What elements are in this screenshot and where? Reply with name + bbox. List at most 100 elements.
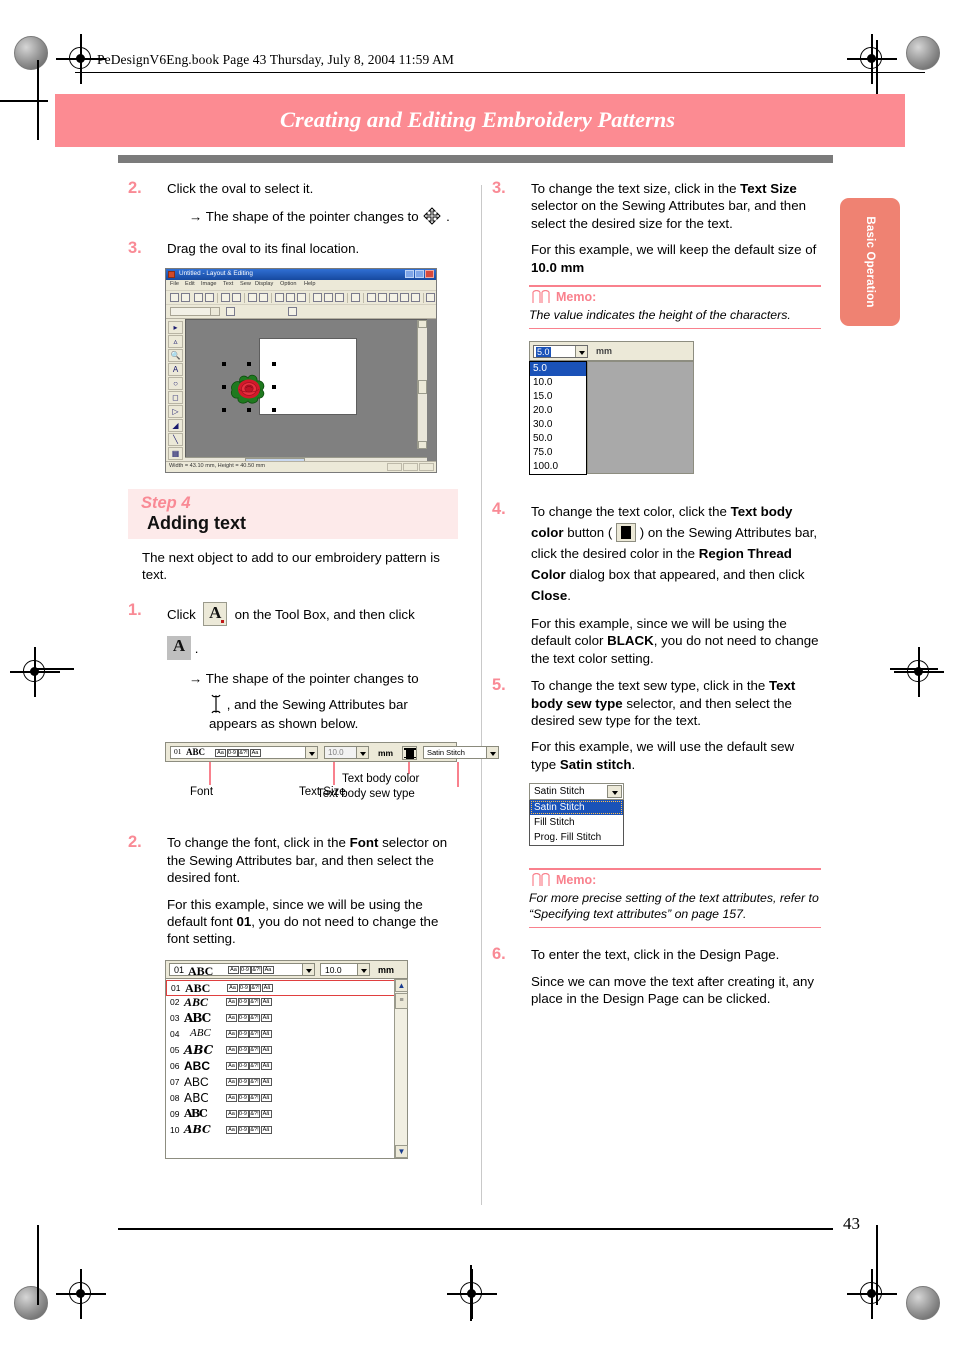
rotate-icon[interactable] bbox=[335, 293, 344, 303]
menu-item-file[interactable]: File bbox=[170, 281, 179, 287]
font-selector[interactable]: 01 ABC Aa 0-9 &?! Aa bbox=[170, 746, 318, 760]
align-right-icon[interactable] bbox=[389, 293, 398, 303]
menu-item-option[interactable]: Option bbox=[280, 281, 296, 287]
font-dropdown-topbar[interactable]: 01 ABC Aa 0-9 &?! Aa 10.0 mm bbox=[165, 959, 408, 979]
ungroup-icon[interactable] bbox=[411, 293, 420, 303]
save-as-icon[interactable] bbox=[205, 293, 214, 303]
menu-item-edit[interactable]: Edit bbox=[185, 281, 195, 287]
text-body-sew-type-selector[interactable]: Satin Stitch bbox=[423, 746, 499, 760]
scroll-up-arrow[interactable] bbox=[418, 319, 427, 328]
manual-punch-tool[interactable]: ◢ bbox=[168, 418, 183, 432]
list-item[interactable]: 02 ABC Aa 0-9 &?! Áã bbox=[166, 995, 407, 1011]
app-menu-bar[interactable]: File Edit Image Text Sew Display Option … bbox=[166, 279, 436, 291]
list-item[interactable]: 10 ABC Aa 0-9 &?! Áã bbox=[166, 1123, 407, 1139]
outline-tool[interactable]: ▷ bbox=[168, 404, 183, 418]
option-item[interactable]: Satin Stitch bbox=[530, 800, 623, 816]
stitch-sim-icon[interactable] bbox=[426, 293, 435, 303]
rect-tool[interactable]: ◻ bbox=[168, 390, 183, 404]
sewing-attributes-bar[interactable]: 01 ABC Aa 0-9 &?! Aa 10.0 mm Satin Stitc… bbox=[165, 742, 499, 763]
list-item[interactable]: 04 ABC Aa 0-9 &?! Áã bbox=[166, 1027, 407, 1043]
print-icon[interactable] bbox=[221, 293, 230, 303]
option-item[interactable]: 15.0 bbox=[530, 390, 586, 404]
list-item[interactable]: 01 ABC Aa 0-9 &?! Áã bbox=[166, 979, 407, 996]
menu-item-text[interactable]: Text bbox=[223, 281, 233, 287]
cut-icon[interactable] bbox=[275, 293, 284, 303]
scroll-thumb[interactable]: ≡ bbox=[395, 992, 408, 1009]
tool-box[interactable]: ▸ ▵ 🔍 A ○ ◻ ▷ ◢ ╲ ▦ bbox=[166, 318, 186, 467]
text-body-color-button[interactable] bbox=[402, 746, 417, 761]
selection-handles[interactable] bbox=[222, 361, 276, 412]
option-item[interactable]: 100.0 bbox=[530, 460, 586, 474]
menu-item-image[interactable]: Image bbox=[201, 281, 217, 287]
list-item[interactable]: 09 ABC Aa 0-9 &?! Áã bbox=[166, 1107, 407, 1123]
save-icon[interactable] bbox=[194, 293, 203, 303]
text-size-option-list[interactable]: 5.0 10.0 15.0 20.0 30.0 50.0 75.0 100.0 bbox=[529, 361, 587, 476]
chevron-down-icon[interactable] bbox=[357, 964, 369, 976]
copy-icon[interactable] bbox=[286, 293, 295, 303]
zoom-icon[interactable] bbox=[351, 293, 360, 303]
text-size-selector[interactable]: 10.0 bbox=[324, 746, 369, 760]
chevron-down-icon[interactable] bbox=[356, 747, 368, 759]
paste-icon[interactable] bbox=[297, 293, 306, 303]
select-tool[interactable]: ▸ bbox=[168, 320, 183, 334]
redo-icon[interactable] bbox=[259, 293, 268, 303]
list-item[interactable]: 05 ABC Aa 0-9 &?! Áã bbox=[166, 1043, 407, 1059]
canvas-vertical-scrollbar[interactable] bbox=[417, 319, 427, 449]
chevron-down-icon[interactable] bbox=[302, 964, 314, 976]
circle-tool[interactable]: ○ bbox=[168, 376, 183, 390]
option-item[interactable]: Prog. Fill Stitch bbox=[530, 830, 623, 845]
book-icon bbox=[532, 289, 550, 304]
point-edit-tool[interactable]: ▵ bbox=[168, 334, 183, 348]
font-list-scrollbar[interactable]: ▲ ≡ ▼ bbox=[394, 978, 408, 1158]
chevron-down-icon[interactable] bbox=[305, 747, 317, 759]
open-icon[interactable] bbox=[181, 293, 190, 303]
new-icon[interactable] bbox=[170, 293, 179, 303]
text-tool[interactable]: A bbox=[168, 362, 183, 376]
region-attr-icon[interactable] bbox=[288, 307, 297, 317]
measure-tool[interactable]: ╲ bbox=[168, 432, 183, 446]
option-item[interactable]: 30.0 bbox=[530, 418, 586, 432]
option-item[interactable]: 20.0 bbox=[530, 404, 586, 418]
text-size-bar[interactable]: 5.0 mm bbox=[529, 341, 694, 362]
group-icon[interactable] bbox=[400, 293, 409, 303]
list-item[interactable]: 03 ABC Aa 0-9 &?! Áã bbox=[166, 1011, 407, 1027]
app-toolbar[interactable] bbox=[166, 290, 436, 305]
option-item[interactable]: 50.0 bbox=[530, 432, 586, 446]
text-size-selector-closed[interactable]: 10.0 bbox=[320, 963, 370, 977]
design-canvas[interactable] bbox=[185, 318, 427, 458]
scroll-thumb-vertical[interactable] bbox=[418, 379, 427, 394]
align-center-icon[interactable] bbox=[378, 293, 387, 303]
menu-item-help[interactable]: Help bbox=[304, 281, 316, 287]
option-item[interactable]: 5.0 bbox=[530, 362, 586, 377]
chevron-down-icon[interactable] bbox=[607, 785, 622, 799]
sew-type-combo[interactable]: Satin Stitch bbox=[529, 783, 624, 801]
list-item[interactable]: 07 ABC Aa 0-9 &?! Áã bbox=[166, 1075, 407, 1091]
menu-item-display[interactable]: Display bbox=[255, 281, 273, 287]
mirror-v-icon[interactable] bbox=[324, 293, 333, 303]
zoom-tool[interactable]: 🔍 bbox=[168, 348, 183, 362]
undo-icon[interactable] bbox=[248, 293, 257, 303]
template-tool[interactable]: ▦ bbox=[168, 446, 183, 460]
mirror-h-icon[interactable] bbox=[313, 293, 322, 303]
font-dropdown-list[interactable]: 01 ABC Aa 0-9 &?! Áã 02 ABC Aa 0-9 &?! Áã 03 A… bbox=[165, 978, 408, 1159]
chevron-down-icon[interactable] bbox=[210, 307, 219, 315]
font-selector-closed[interactable]: 01 ABC Aa 0-9 &?! Aa bbox=[169, 963, 315, 978]
sew-type-option-list[interactable]: Satin Stitch Fill Stitch Prog. Fill Stit… bbox=[529, 800, 624, 847]
list-item[interactable]: 08 ABC Aa 0-9 &?! Áã bbox=[166, 1091, 407, 1107]
chevron-down-icon[interactable] bbox=[575, 346, 587, 358]
app-secondary-toolbar[interactable] bbox=[166, 304, 436, 319]
option-item[interactable]: 75.0 bbox=[530, 446, 586, 460]
align-left-icon[interactable] bbox=[367, 293, 376, 303]
menu-item-sew[interactable]: Sew bbox=[240, 281, 251, 287]
scroll-down-arrow[interactable]: ▼ bbox=[395, 1144, 408, 1158]
option-item[interactable]: 10.0 bbox=[530, 376, 586, 390]
option-item[interactable]: Fill Stitch bbox=[530, 815, 623, 830]
list-item[interactable]: 06 ABC Aa 0-9 &?! Áã bbox=[166, 1059, 407, 1075]
scroll-down-arrow[interactable] bbox=[418, 440, 427, 449]
text-size-combo[interactable]: 5.0 bbox=[533, 345, 588, 359]
line-attr-icon[interactable] bbox=[226, 307, 235, 317]
window-buttons[interactable] bbox=[405, 270, 434, 279]
print-preview-icon[interactable] bbox=[232, 293, 241, 303]
shape-combo[interactable] bbox=[170, 306, 220, 316]
scroll-up-arrow[interactable]: ▲ bbox=[395, 978, 408, 992]
